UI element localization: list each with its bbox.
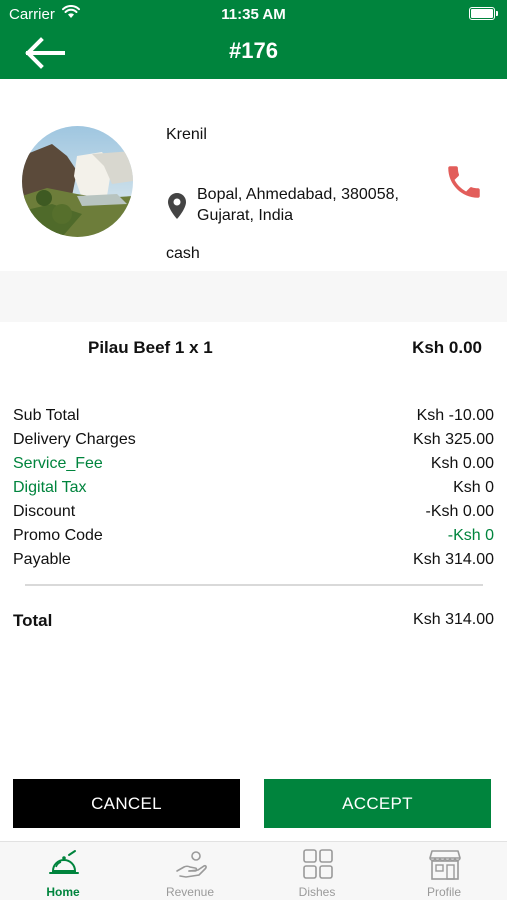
- summary-label: Delivery Charges: [13, 431, 136, 448]
- customer-card: Krenil Bopal, Ahmedabad, 380058, Gujarat…: [0, 79, 507, 271]
- order-item-name: Pilau Beef 1 x 1: [88, 338, 213, 357]
- tab-revenue[interactable]: Revenue: [127, 842, 253, 900]
- hand-coin-icon: [176, 851, 207, 878]
- summary-label: Digital Tax: [13, 479, 87, 496]
- summary-value: Ksh 0: [453, 479, 494, 496]
- order-item-price: Ksh 0.00: [412, 338, 482, 357]
- tab-label: Revenue: [165, 885, 215, 899]
- customer-address: Bopal, Ahmedabad, 380058, Gujarat, India: [197, 186, 399, 224]
- summary-row-payable: Payable Ksh 314.00: [0, 551, 507, 575]
- summary-row-service-fee: Service_Fee Ksh 0.00: [0, 455, 507, 479]
- summary-label: Promo Code: [13, 527, 103, 544]
- tab-label: Home: [46, 885, 80, 899]
- summary-row-subtotal: Sub Total Ksh -10.00: [0, 407, 507, 431]
- order-item-row: Pilau Beef 1 x 1 Ksh 0.00: [0, 338, 507, 362]
- summary-label: Payable: [13, 551, 71, 568]
- status-bar: Carrier 11:35 AM: [0, 0, 507, 28]
- price-summary: Sub Total Ksh -10.00 Delivery Charges Ks…: [0, 407, 507, 575]
- food-tray-icon: [49, 850, 79, 874]
- avatar: [22, 126, 133, 237]
- clock: 11:35 AM: [221, 6, 286, 23]
- summary-value: Ksh 314.00: [413, 551, 494, 568]
- tab-profile[interactable]: Profile: [381, 842, 507, 900]
- summary-label: Discount: [13, 503, 76, 520]
- grid-icon: [303, 849, 333, 879]
- phone-icon: [448, 166, 480, 198]
- section-divider: [0, 271, 507, 322]
- total-label: Total: [13, 611, 53, 630]
- tab-home[interactable]: Home: [0, 842, 126, 900]
- summary-row-discount: Discount -Ksh 0.00: [0, 503, 507, 527]
- map-pin-icon: [168, 193, 186, 219]
- summary-label: Service_Fee: [13, 455, 103, 472]
- summary-value: Ksh 0.00: [430, 455, 494, 472]
- summary-value: -Ksh 0: [447, 527, 494, 544]
- tab-dishes[interactable]: Dishes: [254, 842, 380, 900]
- summary-value: Ksh 325.00: [413, 431, 494, 448]
- total-row: Total Ksh 314.00: [0, 611, 507, 635]
- customer-name: Krenil: [166, 126, 207, 143]
- summary-value: Ksh -10.00: [416, 407, 494, 424]
- summary-value: -Ksh 0.00: [425, 503, 494, 520]
- cancel-button[interactable]: CANCEL: [13, 779, 240, 828]
- total-value: Ksh 314.00: [413, 611, 494, 628]
- app-header: Carrier 11:35 AM #176: [0, 0, 507, 79]
- avatar-image: [22, 126, 133, 237]
- call-button[interactable]: [443, 161, 485, 208]
- tab-label: Dishes: [298, 885, 336, 899]
- battery-tip: [496, 11, 498, 16]
- accept-button[interactable]: ACCEPT: [264, 779, 491, 828]
- tab-bar: Home Revenue Dishes Profile: [0, 841, 507, 900]
- summary-row-delivery: Delivery Charges Ksh 325.00: [0, 431, 507, 455]
- summary-row-promo-code: Promo Code -Ksh 0: [0, 527, 507, 551]
- summary-label: Sub Total: [13, 407, 80, 424]
- summary-row-digital-tax: Digital Tax Ksh 0: [0, 479, 507, 503]
- divider: [25, 584, 483, 586]
- payment-method: cash: [166, 245, 200, 262]
- tab-label: Profile: [426, 885, 461, 899]
- battery-icon: [469, 7, 495, 20]
- store-icon: [429, 850, 461, 880]
- page-title: #176: [229, 38, 278, 63]
